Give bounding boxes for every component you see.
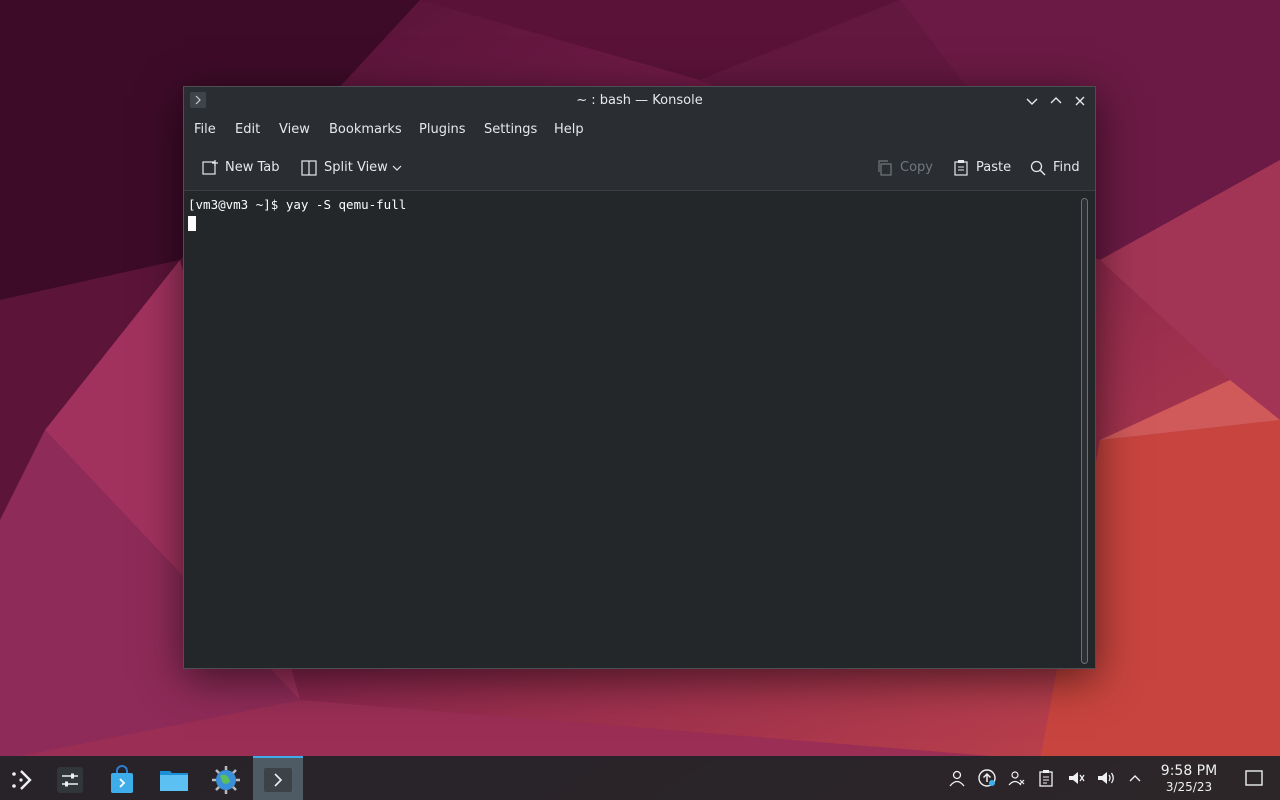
show-desktop-icon[interactable]	[1244, 768, 1264, 788]
window-titlebar[interactable]: ~ : bash — Konsole	[184, 87, 1095, 115]
chevron-down-icon[interactable]	[392, 164, 402, 172]
chevron-up-icon	[1050, 97, 1062, 104]
web-browser-globe-icon	[212, 766, 240, 794]
menu-view[interactable]: View	[279, 115, 310, 145]
search-icon	[1030, 160, 1046, 176]
close-icon	[1075, 96, 1085, 106]
task-konsole[interactable]	[253, 756, 303, 800]
menu-bookmarks[interactable]: Bookmarks	[329, 115, 402, 145]
copy-label: Copy	[900, 160, 933, 175]
user-icon[interactable]	[947, 768, 967, 788]
menu-settings[interactable]: Settings	[484, 115, 537, 145]
new-tab-button[interactable]: New Tab	[201, 155, 291, 181]
chevron-up-icon[interactable]	[1125, 768, 1145, 788]
paste-button[interactable]: Paste	[952, 155, 1014, 181]
application-launcher-icon	[12, 770, 32, 790]
terminal-cursor	[188, 216, 196, 231]
system-settings-sliders-icon	[57, 767, 83, 793]
terminal-scrollbar[interactable]	[1081, 198, 1088, 664]
close-button[interactable]	[1072, 93, 1088, 109]
menubar: File Edit View Bookmarks Plugins Setting…	[184, 115, 1095, 145]
update-notifier-icon[interactable]	[977, 768, 997, 788]
dolphin-folder-icon	[160, 771, 188, 791]
window-title: ~ : bash — Konsole	[576, 93, 703, 108]
copy-button[interactable]: Copy	[876, 155, 936, 181]
main-toolbar: New Tab Split View Copy Paste Find	[184, 145, 1095, 191]
task-web-browser[interactable]	[201, 758, 251, 800]
clock-date[interactable]: 3/25/23	[1150, 780, 1228, 794]
taskbar-panel: 9:58 PM 3/25/23	[0, 756, 1280, 800]
konsole-terminal-icon	[264, 768, 292, 792]
kde-connect-icon[interactable]	[1007, 768, 1027, 788]
find-button[interactable]: Find	[1029, 155, 1085, 181]
task-system-settings[interactable]	[45, 758, 95, 800]
konsole-window: ~ : bash — Konsole File Edit View Bookma…	[183, 86, 1096, 669]
task-discover[interactable]	[97, 758, 147, 800]
menu-help[interactable]: Help	[554, 115, 584, 145]
menu-edit[interactable]: Edit	[235, 115, 260, 145]
terminal-area[interactable]: [vm3@vm3 ~]$ yay -S qemu-full	[184, 192, 1095, 668]
clipboard-icon[interactable]	[1036, 768, 1056, 788]
clock-time[interactable]: 9:58 PM	[1150, 763, 1228, 779]
task-dolphin[interactable]	[149, 758, 199, 800]
new-tab-label: New Tab	[225, 160, 280, 175]
chevron-down-icon	[1026, 98, 1038, 105]
maximize-button[interactable]	[1048, 93, 1064, 109]
split-view-label: Split View	[324, 160, 388, 175]
minimize-button[interactable]	[1024, 93, 1040, 109]
menu-file[interactable]: File	[194, 115, 216, 145]
paste-icon	[954, 160, 968, 176]
discover-store-icon	[111, 765, 133, 793]
paste-label: Paste	[976, 160, 1012, 175]
terminal-prompt-line: [vm3@vm3 ~]$ yay -S qemu-full	[188, 197, 407, 212]
split-view-icon	[301, 160, 317, 176]
split-view-button[interactable]: Split View	[300, 155, 408, 181]
menu-plugins[interactable]: Plugins	[419, 115, 466, 145]
copy-icon	[878, 160, 892, 176]
application-launcher-button[interactable]	[0, 758, 50, 800]
volume-icon[interactable]	[1096, 768, 1116, 788]
microphone-muted-icon[interactable]	[1066, 768, 1086, 788]
new-tab-icon	[202, 160, 218, 175]
find-label: Find	[1053, 160, 1080, 175]
